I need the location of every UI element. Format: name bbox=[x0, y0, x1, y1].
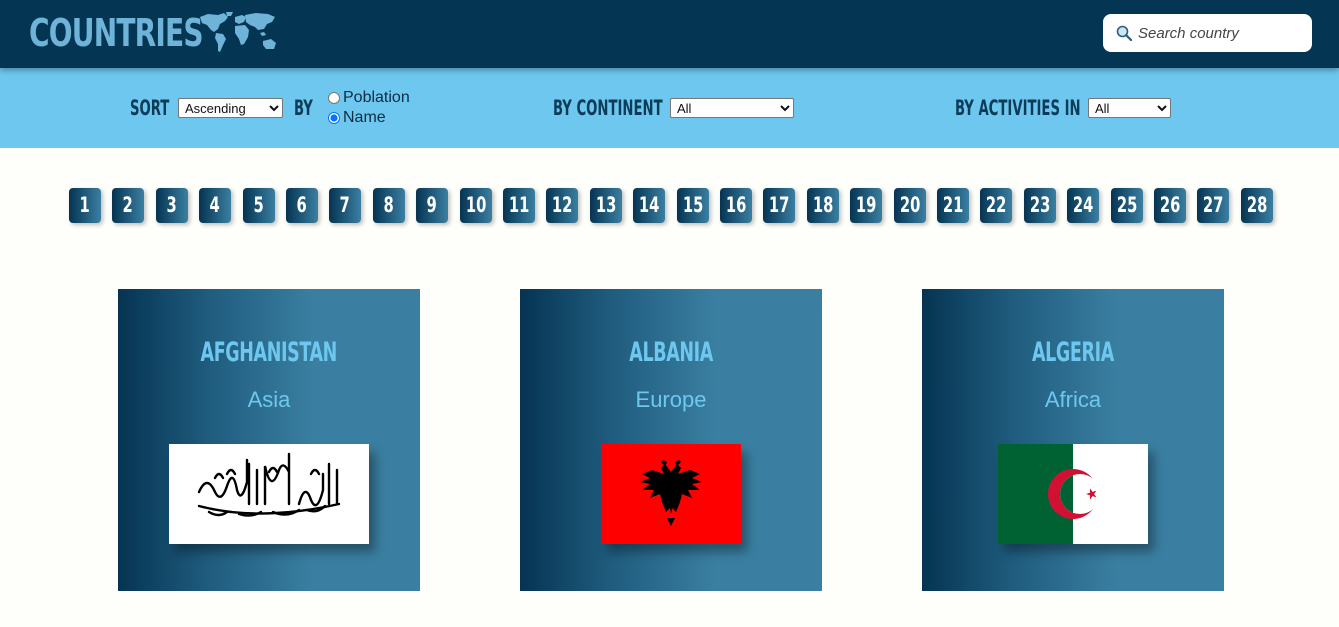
page-button[interactable]: 28 bbox=[1241, 188, 1273, 223]
search-input[interactable] bbox=[1138, 22, 1303, 44]
page-button[interactable]: 1 bbox=[69, 188, 101, 223]
page-button[interactable]: 10 bbox=[460, 188, 492, 223]
page-button[interactable]: 27 bbox=[1197, 188, 1229, 223]
country-card[interactable]: ALGERIA Africa bbox=[922, 289, 1224, 591]
page-number: 28 bbox=[1246, 193, 1268, 217]
search-box[interactable] bbox=[1103, 14, 1312, 52]
country-card[interactable]: AFGHANISTAN Asia bbox=[118, 289, 420, 591]
page-number: 26 bbox=[1159, 193, 1181, 217]
country-continent: Africa bbox=[1044, 387, 1102, 412]
page-number: 5 bbox=[253, 193, 265, 217]
page-button[interactable]: 4 bbox=[199, 188, 231, 223]
country-continent: Europe bbox=[635, 387, 707, 412]
page-button[interactable]: 2 bbox=[112, 188, 144, 223]
page-number: 4 bbox=[209, 193, 221, 217]
algeria-flag bbox=[998, 444, 1148, 544]
page-button[interactable]: 12 bbox=[546, 188, 578, 223]
page-number: 9 bbox=[426, 193, 438, 217]
sort-order-select[interactable]: Ascending bbox=[178, 98, 283, 118]
top-header: COUNTRIES bbox=[0, 0, 1339, 68]
radio-poblation-label: Poblation bbox=[343, 89, 410, 106]
page-button[interactable]: 19 bbox=[850, 188, 882, 223]
radio-name-input[interactable] bbox=[328, 112, 340, 124]
continent-select[interactable]: All bbox=[670, 98, 794, 118]
page-number: 16 bbox=[725, 193, 747, 217]
page-button[interactable]: 25 bbox=[1111, 188, 1143, 223]
page-button[interactable]: 13 bbox=[590, 188, 622, 223]
radio-poblation-input[interactable] bbox=[328, 92, 340, 104]
page-button[interactable]: 16 bbox=[720, 188, 752, 223]
page-button[interactable]: 17 bbox=[763, 188, 795, 223]
page-number: 22 bbox=[985, 193, 1007, 217]
radio-name[interactable]: Name bbox=[328, 108, 386, 128]
page-number: 20 bbox=[899, 193, 921, 217]
page-button[interactable]: 24 bbox=[1067, 188, 1099, 223]
page-number: 8 bbox=[383, 193, 395, 217]
page-button[interactable]: 18 bbox=[807, 188, 839, 223]
page-number: 11 bbox=[508, 193, 530, 217]
page-number: 6 bbox=[296, 193, 308, 217]
page-button[interactable]: 15 bbox=[677, 188, 709, 223]
page-number: 17 bbox=[768, 193, 790, 217]
country-name: ALBANIA bbox=[629, 337, 713, 368]
page-number: 25 bbox=[1116, 193, 1138, 217]
page-number: 18 bbox=[812, 193, 834, 217]
page-button[interactable]: 8 bbox=[373, 188, 405, 223]
albania-flag bbox=[601, 444, 741, 544]
page-number: 2 bbox=[122, 193, 134, 217]
page-number: 15 bbox=[682, 193, 704, 217]
page-number: 19 bbox=[855, 193, 877, 217]
radio-poblation[interactable]: Poblation bbox=[328, 88, 410, 108]
by-label: BY bbox=[294, 96, 313, 120]
page-number: 3 bbox=[166, 193, 178, 217]
country-card[interactable]: ALBANIA Europe bbox=[520, 289, 822, 591]
page-button[interactable]: 23 bbox=[1024, 188, 1056, 223]
activities-select[interactable]: All bbox=[1088, 98, 1171, 118]
page-number: 24 bbox=[1072, 193, 1094, 217]
page-number: 12 bbox=[551, 193, 573, 217]
page-number: 23 bbox=[1029, 193, 1051, 217]
search-icon bbox=[1116, 25, 1132, 41]
page-button[interactable]: 14 bbox=[633, 188, 665, 223]
page-number: 13 bbox=[595, 193, 617, 217]
logo-text[interactable]: COUNTRIES bbox=[29, 10, 204, 56]
page-button[interactable]: 7 bbox=[329, 188, 361, 223]
page-button[interactable]: 9 bbox=[416, 188, 448, 223]
page-button[interactable]: 26 bbox=[1154, 188, 1186, 223]
world-map-icon bbox=[200, 12, 276, 52]
page-button[interactable]: 20 bbox=[894, 188, 926, 223]
page-number: 27 bbox=[1202, 193, 1224, 217]
page-number: 7 bbox=[339, 193, 351, 217]
page-button[interactable]: 11 bbox=[503, 188, 535, 223]
page-button[interactable]: 21 bbox=[937, 188, 969, 223]
page-button[interactable]: 6 bbox=[286, 188, 318, 223]
page-number: 1 bbox=[79, 193, 91, 217]
afghanistan-flag bbox=[169, 444, 369, 544]
filter-bar: SORT Ascending BY Poblation Name BY CONT… bbox=[0, 68, 1339, 148]
page-button[interactable]: 22 bbox=[980, 188, 1012, 223]
page-number: 21 bbox=[942, 193, 964, 217]
page-button[interactable]: 5 bbox=[243, 188, 275, 223]
country-name: AFGHANISTAN bbox=[200, 337, 338, 368]
page-number: 10 bbox=[465, 193, 487, 217]
country-continent: Asia bbox=[247, 387, 291, 412]
page-button[interactable]: 3 bbox=[156, 188, 188, 223]
page-number: 14 bbox=[638, 193, 660, 217]
country-name: ALGERIA bbox=[1032, 337, 1114, 368]
radio-name-label: Name bbox=[343, 109, 386, 126]
